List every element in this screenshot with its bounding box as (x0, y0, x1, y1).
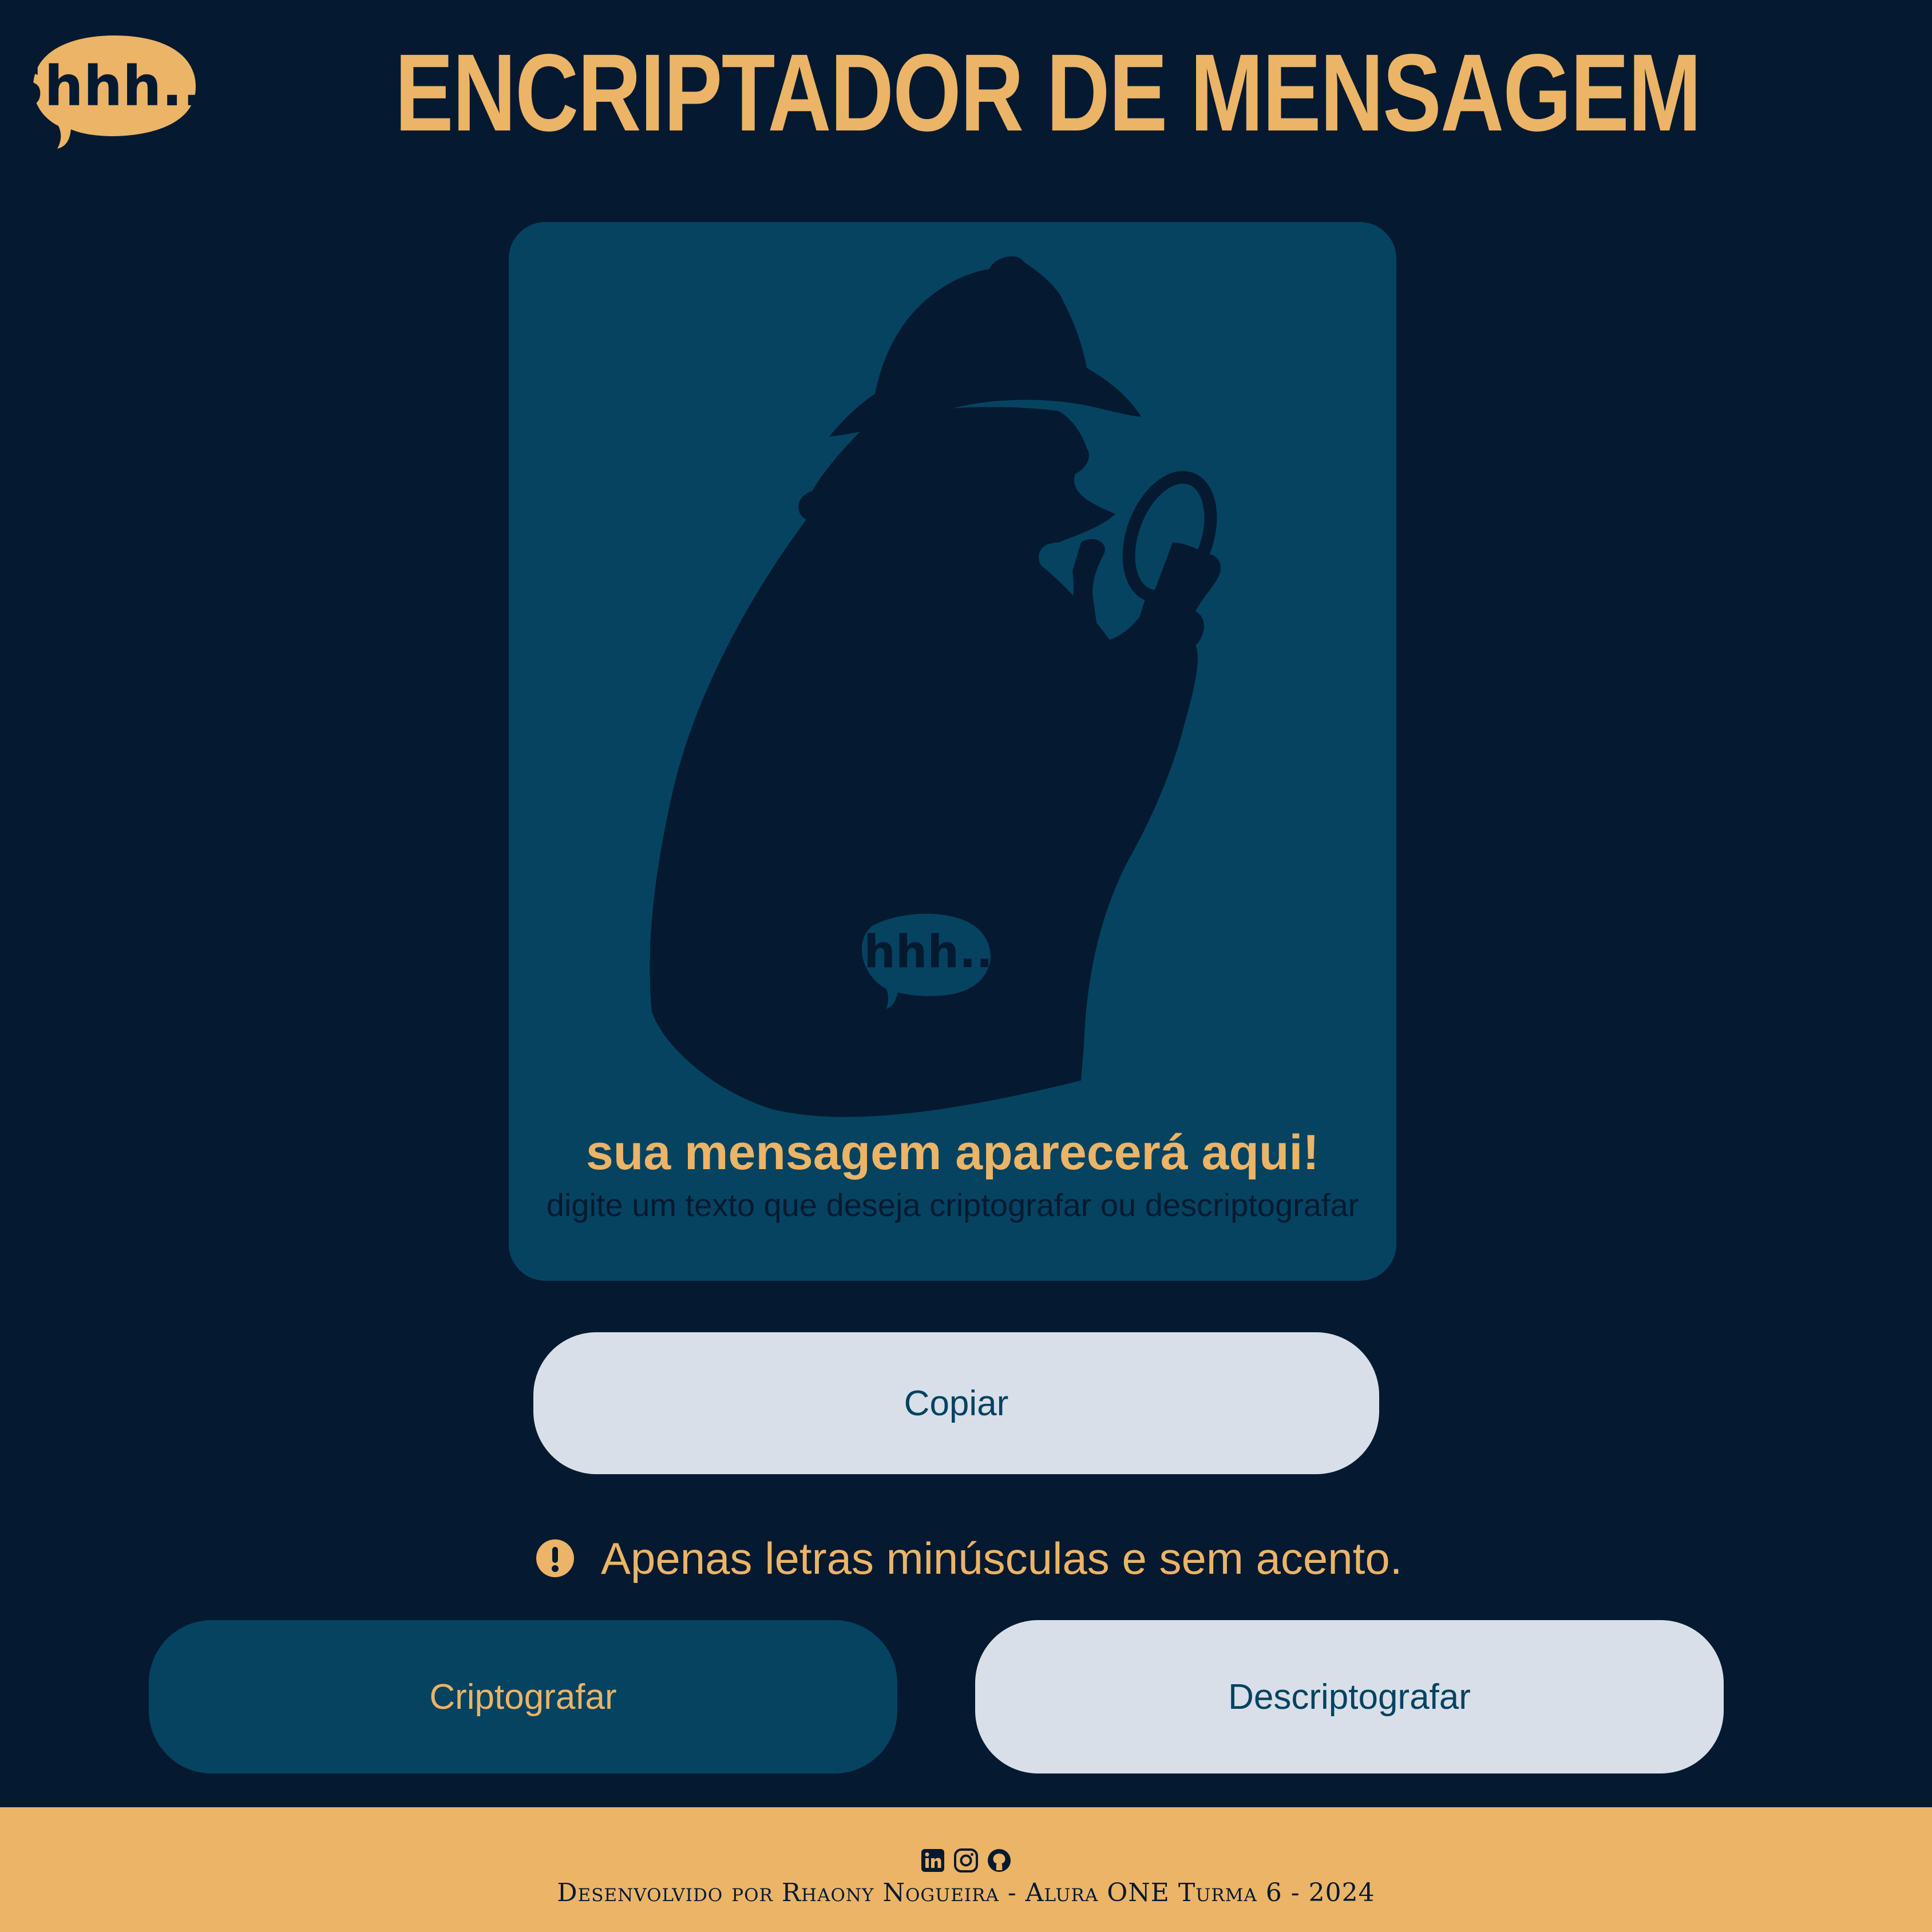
social-links (0, 1847, 1932, 1874)
notice-text: Apenas letras minúsculas e sem acento. (601, 1533, 1403, 1583)
input-notice: Apenas letras minúsculas e sem acento. (536, 1533, 1402, 1584)
output-placeholder-subtitle: digite um texto que deseja criptografar … (546, 1187, 1359, 1223)
detective-illustration: Shhh... (650, 256, 1221, 1117)
output-panel: Shhh... sua mensagem aparecerá aqui! (509, 222, 1396, 1281)
svg-text:Shhh...: Shhh... (29, 54, 200, 118)
page-title: ENCRIPTADOR DE MENSAGEM (395, 31, 1701, 154)
linkedin-icon[interactable] (920, 1847, 946, 1874)
copy-button[interactable]: Copiar (533, 1332, 1379, 1474)
svg-text:Shhh...: Shhh... (832, 927, 1010, 978)
footer: Desenvolvido por Rhaony Nogueira - Alura… (0, 1807, 1932, 1932)
encrypt-button[interactable]: Criptografar (149, 1620, 897, 1773)
shhh-logo-icon: Shhh... (5, 32, 224, 150)
instagram-icon[interactable] (953, 1847, 979, 1874)
footer-credits: Desenvolvido por Rhaony Nogueira - Alura… (557, 1878, 1375, 1907)
output-placeholder-title: sua mensagem aparecerá aqui! (585, 1125, 1320, 1180)
exclamation-circle-icon (536, 1539, 575, 1578)
github-icon[interactable] (986, 1847, 1012, 1874)
decrypt-button[interactable]: Descriptografar (975, 1620, 1724, 1773)
